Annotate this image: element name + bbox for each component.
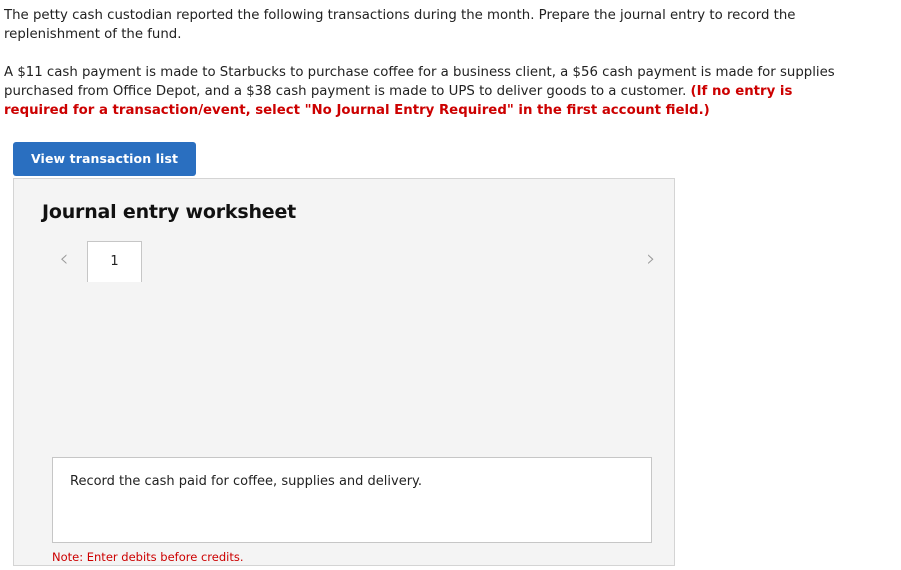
problem-paragraph-2: A $11 cash payment is made to Starbucks … [4, 63, 841, 120]
worksheet-title: Journal entry worksheet [42, 201, 297, 223]
debit-credit-note: Note: Enter debits before credits. [52, 550, 244, 564]
chevron-right-icon[interactable]: › [639, 247, 663, 273]
journal-entry-worksheet-panel: Journal entry worksheet ‹ 1 › Record the… [13, 178, 675, 566]
problem-paragraph-1: The petty cash custodian reported the fo… [4, 8, 796, 42]
worksheet-description-text: Record the cash paid for coffee, supplie… [70, 474, 423, 489]
worksheet-tab-1[interactable]: 1 [87, 241, 142, 282]
worksheet-tab-strip: ‹ 1 › [14, 241, 674, 282]
worksheet-description-box: Record the cash paid for coffee, supplie… [52, 457, 652, 543]
problem-statement: The petty cash custodian reported the fo… [0, 0, 901, 120]
chevron-left-icon[interactable]: ‹ [52, 247, 76, 273]
view-transaction-list-button[interactable]: View transaction list [13, 142, 197, 176]
